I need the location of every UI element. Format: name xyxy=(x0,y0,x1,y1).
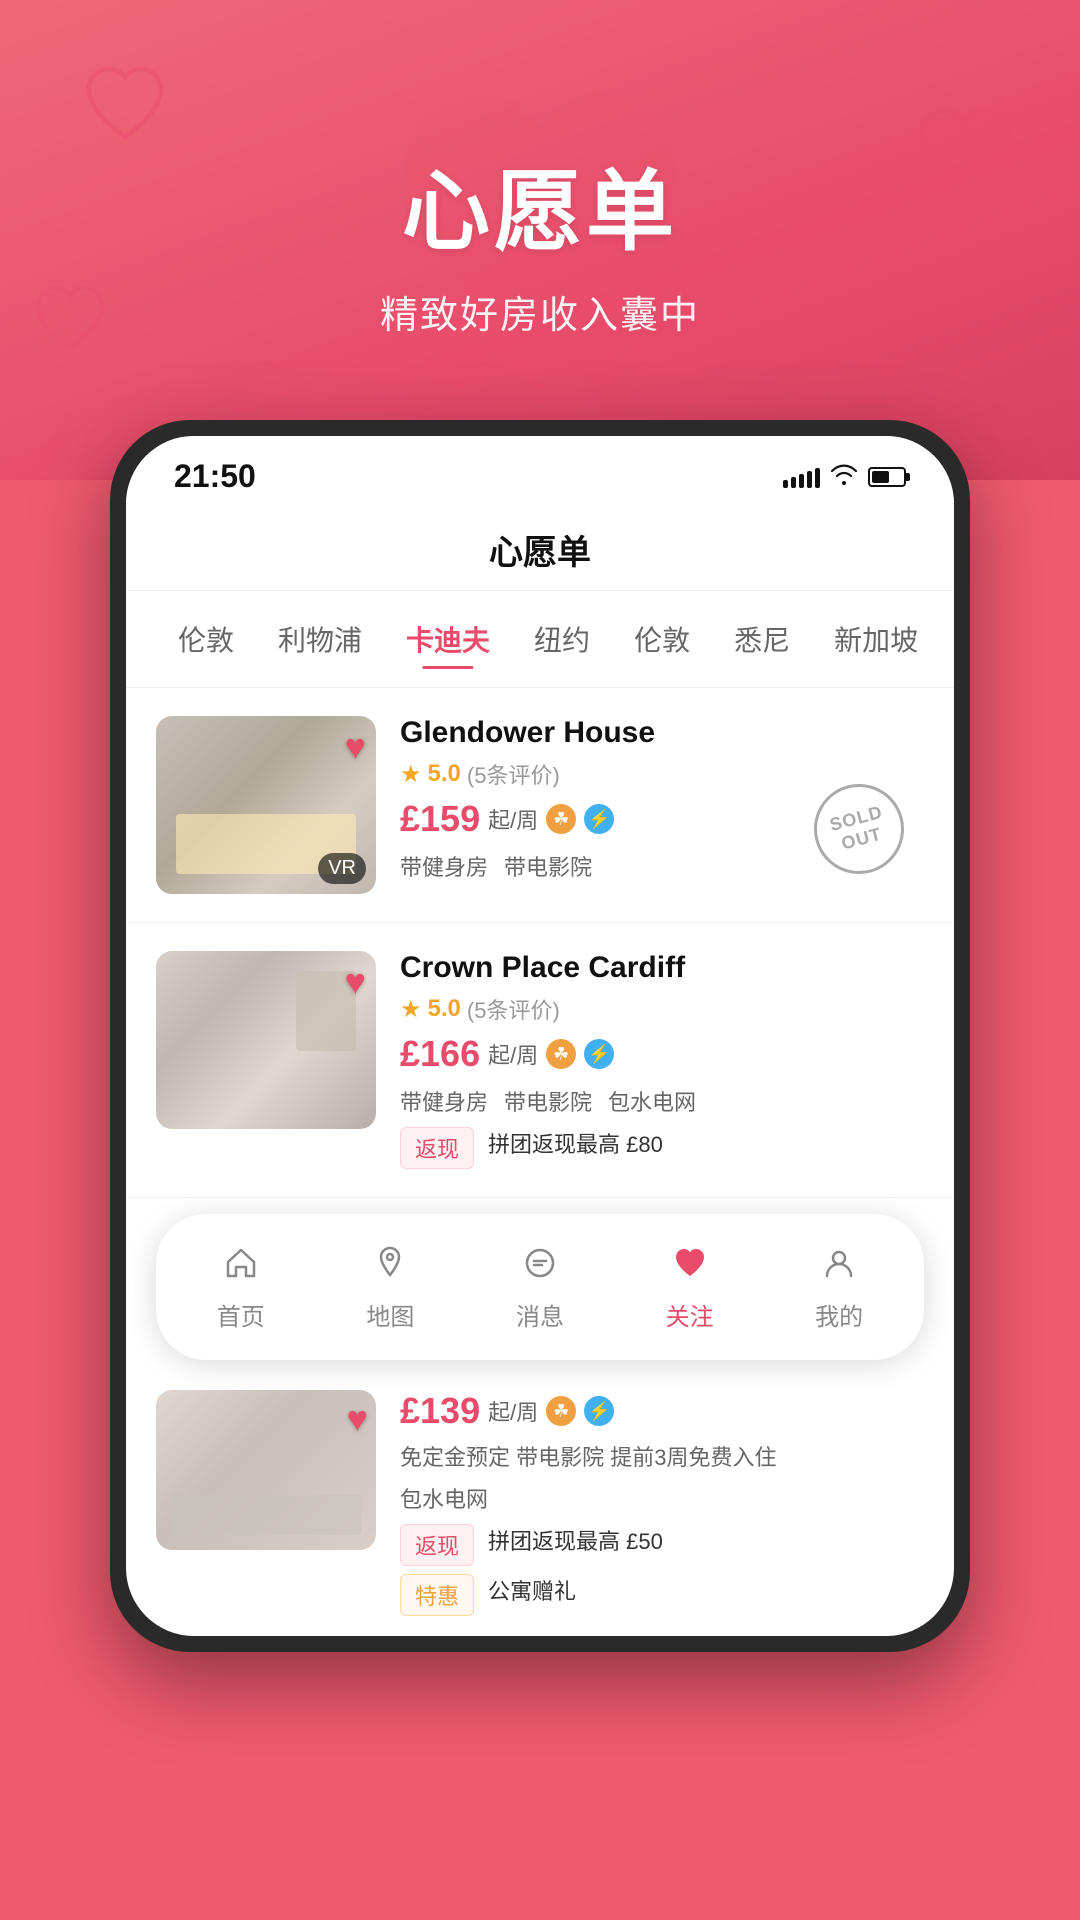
promo-cashback-text-2: 拼团返现最高 £80 xyxy=(488,1127,663,1169)
partial-bolt-badge-3: ⚡ xyxy=(584,1396,614,1426)
partial-promo-tags2-3: 特惠 公寓赠礼 xyxy=(400,1574,924,1616)
nav-label-map: 地图 xyxy=(366,1297,414,1332)
star-icon-2: ★ xyxy=(400,995,422,1024)
partial-listing-3[interactable]: ♥ £139 起/周 ☘ ⚡ 免定金预定 带电影院 提前3周免费入住 包水电网 … xyxy=(126,1370,954,1626)
bg-header: 心愿单 精致好房收入囊中 xyxy=(0,0,1080,480)
bg-subtitle: 精致好房收入囊中 xyxy=(380,284,700,339)
tab-london1[interactable]: 伦敦 xyxy=(156,611,256,667)
price-unit-2: 起/周 xyxy=(488,1038,538,1070)
heart-deco-mid-left xyxy=(30,280,110,360)
amenity-cinema-1: 带电影院 xyxy=(504,850,592,882)
mine-icon xyxy=(820,1244,858,1289)
amenity-gym-1: 带健身房 xyxy=(400,850,488,882)
vr-badge-1: VR xyxy=(318,853,366,884)
partial-info-3: £139 起/周 ☘ ⚡ 免定金预定 带电影院 提前3周免费入住 包水电网 返现… xyxy=(400,1390,924,1616)
promo-tags-2: 返现 拼团返现最高 £80 xyxy=(400,1127,924,1169)
nav-label-home: 首页 xyxy=(217,1297,265,1332)
amenities-2: 带健身房 带电影院 包水电网 xyxy=(400,1085,924,1117)
partial-amenities-line1-3: 免定金预定 带电影院 提前3周免费入住 xyxy=(400,1440,924,1472)
listing-name-2: Crown Place Cardiff xyxy=(400,951,924,985)
tab-newyork[interactable]: 纽约 xyxy=(512,611,612,667)
eco-badge-1: ☘ xyxy=(546,804,576,834)
phone-inner: 21:50 xyxy=(126,436,954,1636)
rating-count-1: (5条评价) xyxy=(467,758,560,790)
bolt-badge-1: ⚡ xyxy=(584,804,614,834)
amenity-gym-2: 带健身房 xyxy=(400,1085,488,1117)
rating-count-2: (5条评价) xyxy=(467,993,560,1025)
listing-name-1: Glendower House xyxy=(400,716,924,750)
page-title: 心愿单 xyxy=(126,525,954,574)
promo-cashback-tag-2: 返现 xyxy=(400,1127,474,1169)
partial-discount-text-3: 公寓赠礼 xyxy=(488,1574,576,1616)
page-header: 心愿单 xyxy=(126,505,954,591)
heart-deco-top-right xyxy=(910,100,1020,210)
partial-promo-tags-3: 返现 拼团返现最高 £50 xyxy=(400,1524,924,1566)
message-icon xyxy=(521,1244,559,1289)
listing-info-1: Glendower House ★ 5.0 (5条评价) £159 起/周 ☘ … xyxy=(400,716,924,894)
star-icon-1: ★ xyxy=(400,760,422,789)
rating-row-2: ★ 5.0 (5条评价) xyxy=(400,993,924,1025)
phone-outer: 21:50 xyxy=(110,420,970,1652)
category-tabs[interactable]: 伦敦 利物浦 卡迪夫 纽约 伦敦 悉尼 新加坡 xyxy=(126,591,954,688)
partial-amenities-line2-3: 包水电网 xyxy=(400,1482,924,1514)
partial-discount-tag-3: 特惠 xyxy=(400,1574,474,1616)
price-1: £159 xyxy=(400,798,480,840)
battery-icon xyxy=(868,467,906,487)
price-unit-1: 起/周 xyxy=(488,803,538,835)
partial-cashback-tag-3: 返现 xyxy=(400,1524,474,1566)
nav-container: 首页 地图 xyxy=(126,1198,954,1370)
listing-image-2 xyxy=(156,951,376,1129)
wishlist-heart-1[interactable]: ♥ xyxy=(345,726,366,768)
amenity-utilities-2: 包水电网 xyxy=(608,1085,696,1117)
home-icon xyxy=(222,1244,260,1289)
rating-score-2: 5.0 xyxy=(428,995,461,1023)
nav-label-follow: 关注 xyxy=(666,1297,714,1332)
price-2: £166 xyxy=(400,1033,480,1075)
bottom-nav: 首页 地图 xyxy=(156,1214,924,1360)
listing-card-2[interactable]: ♥ Crown Place Cardiff ★ 5.0 (5条评价) £166 … xyxy=(126,923,954,1198)
listing-info-2: Crown Place Cardiff ★ 5.0 (5条评价) £166 起/… xyxy=(400,951,924,1169)
partial-eco-badge-3: ☘ xyxy=(546,1396,576,1426)
tab-london2[interactable]: 伦敦 xyxy=(612,611,712,667)
wifi-icon xyxy=(830,463,858,491)
rating-score-1: 5.0 xyxy=(428,760,461,788)
partial-cashback-text-3: 拼团返现最高 £50 xyxy=(488,1524,663,1566)
nav-item-map[interactable]: 地图 xyxy=(336,1234,444,1342)
partial-image-wrap-3: ♥ xyxy=(156,1390,376,1616)
nav-item-follow[interactable]: 关注 xyxy=(636,1234,744,1342)
tab-liverpool[interactable]: 利物浦 xyxy=(256,611,384,667)
listing-image-wrap-1: ♥ VR xyxy=(156,716,376,894)
amenity-cinema-2: 带电影院 xyxy=(504,1085,592,1117)
price-row-2: £166 起/周 ☘ ⚡ xyxy=(400,1033,924,1075)
tab-sydney[interactable]: 悉尼 xyxy=(712,611,812,667)
map-icon xyxy=(371,1244,409,1289)
status-bar: 21:50 xyxy=(126,436,954,505)
nav-label-message: 消息 xyxy=(516,1297,564,1332)
wishlist-heart-2[interactable]: ♥ xyxy=(345,961,366,1003)
listing-card-1[interactable]: ♥ VR Glendower House ★ 5.0 (5条评价) £159 起… xyxy=(126,688,954,923)
nav-item-message[interactable]: 消息 xyxy=(486,1234,594,1342)
wishlist-heart-3[interactable]: ♥ xyxy=(347,1398,368,1440)
nav-item-home[interactable]: 首页 xyxy=(187,1234,295,1342)
partial-price-unit-3: 起/周 xyxy=(488,1395,538,1427)
bolt-badge-2: ⚡ xyxy=(584,1039,614,1069)
listing-image-wrap-2: ♥ xyxy=(156,951,376,1169)
heart-deco-top-left xyxy=(80,60,170,150)
partial-price-3: £139 xyxy=(400,1390,480,1432)
partial-image-3 xyxy=(156,1390,376,1550)
signal-bars-icon xyxy=(783,466,820,488)
follow-heart-icon xyxy=(671,1244,709,1289)
status-time: 21:50 xyxy=(174,458,256,495)
phone-container: 21:50 xyxy=(0,420,1080,1652)
bg-title: 心愿单 xyxy=(402,141,678,268)
tab-cardiff[interactable]: 卡迪夫 xyxy=(384,611,512,667)
eco-badge-2: ☘ xyxy=(546,1039,576,1069)
nav-label-mine: 我的 xyxy=(815,1297,863,1332)
partial-price-row-3: £139 起/周 ☘ ⚡ xyxy=(400,1390,924,1432)
status-icons xyxy=(783,463,906,491)
nav-item-mine[interactable]: 我的 xyxy=(785,1234,893,1342)
tab-singapore[interactable]: 新加坡 xyxy=(812,611,940,667)
